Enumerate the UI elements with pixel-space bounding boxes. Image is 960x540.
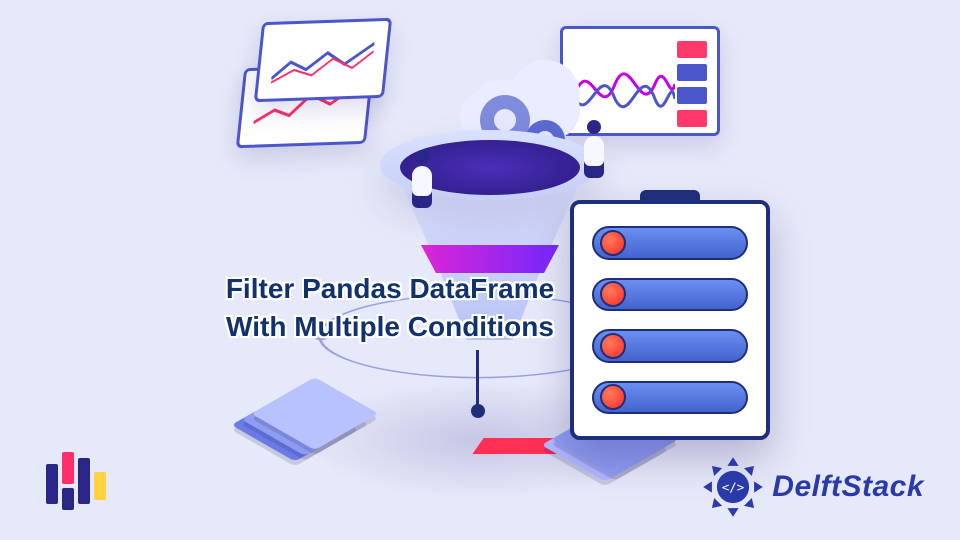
filter-row xyxy=(592,278,748,312)
filter-row xyxy=(592,329,748,363)
filter-row xyxy=(592,381,748,415)
funnel-stripe xyxy=(415,245,565,273)
pandas-bar-logo-icon xyxy=(46,452,106,512)
brand-lockup: </> DelftStack xyxy=(702,456,924,518)
filter-list-panel xyxy=(570,200,770,440)
person-icon xyxy=(580,120,608,178)
article-title: Filter Pandas DataFrame With Multiple Co… xyxy=(210,270,570,346)
title-line-2: With Multiple Conditions xyxy=(226,311,554,342)
delftstack-logo-icon: </> xyxy=(702,456,764,518)
filter-row xyxy=(592,226,748,260)
svg-text:</>: </> xyxy=(722,479,744,494)
title-line-1: Filter Pandas DataFrame xyxy=(226,273,554,304)
person-icon xyxy=(408,150,436,208)
panel-tab xyxy=(640,190,700,204)
brand-name: DelftStack xyxy=(772,470,924,504)
